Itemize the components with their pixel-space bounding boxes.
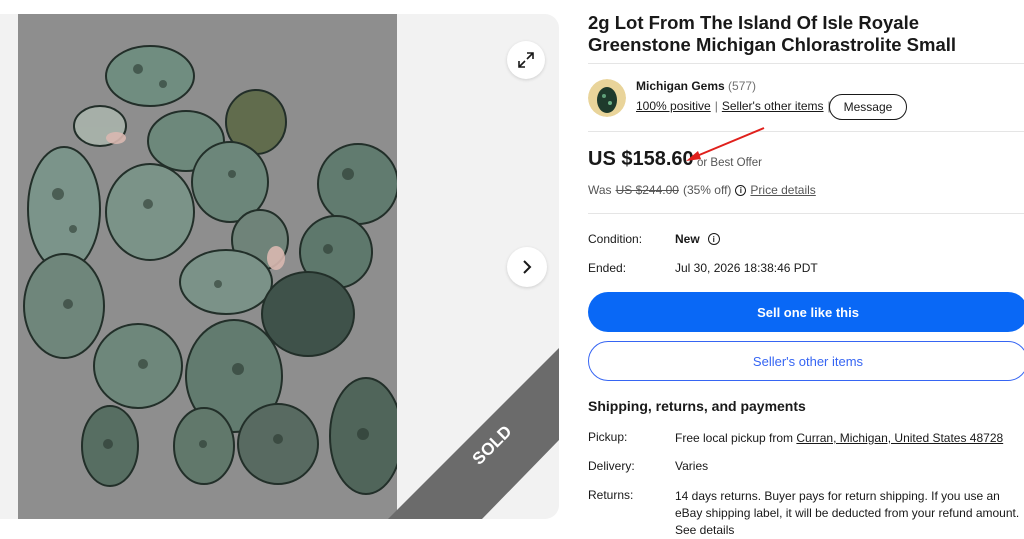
seller-feedback-count: (577)	[728, 79, 757, 93]
returns-label: Returns:	[588, 488, 634, 502]
pickup-prefix: Free local pickup from	[675, 431, 794, 445]
was-label: Was	[588, 183, 612, 197]
delivery-label: Delivery:	[588, 459, 635, 473]
seller-name[interactable]: Michigan Gems	[636, 79, 725, 93]
shipping-section-heading: Shipping, returns, and payments	[588, 398, 806, 414]
sell-one-like-this-button[interactable]: Sell one like this	[588, 292, 1024, 332]
ended-label: Ended:	[588, 261, 627, 275]
current-price: US $158.60	[588, 148, 694, 170]
chevron-right-icon	[523, 260, 532, 274]
annotation-arrow	[686, 127, 765, 161]
separator: |	[714, 99, 718, 113]
sellers-other-items-button[interactable]: Seller's other items	[588, 341, 1024, 381]
price-details-link[interactable]: Price details	[750, 183, 815, 197]
discount-text: (35% off)	[682, 183, 732, 197]
seller-positive-link[interactable]: 100% positive	[636, 99, 711, 113]
divider	[588, 63, 1024, 64]
divider	[588, 131, 1024, 132]
returns-see-details[interactable]: See details	[675, 522, 1024, 539]
product-photo[interactable]	[18, 14, 397, 519]
divider	[588, 213, 1024, 214]
seller-other-items-link[interactable]: Seller's other items	[722, 99, 824, 113]
pickup-location-link[interactable]: Curran, Michigan, United States 48728	[796, 431, 1003, 445]
expand-image-button[interactable]	[507, 41, 545, 79]
sold-badge: SOLD	[469, 422, 516, 469]
message-button[interactable]: Message	[829, 94, 907, 120]
listing-title: 2g Lot From The Island Of Isle Royale Gr…	[588, 12, 957, 55]
ended-value: Jul 30, 2026 18:38:46 PDT	[675, 261, 818, 275]
info-icon[interactable]: i	[735, 184, 747, 196]
next-image-button[interactable]	[507, 247, 547, 287]
seller-avatar[interactable]	[588, 79, 626, 117]
info-icon[interactable]: i	[707, 233, 720, 245]
returns-value: 14 days returns. Buyer pays for return s…	[675, 489, 1020, 520]
expand-icon	[518, 52, 534, 68]
was-price: US $244.00	[615, 183, 679, 197]
condition-value: New	[675, 232, 700, 246]
condition-label: Condition:	[588, 232, 643, 246]
was-price-row: Was US $244.00 (35% off) i Price details	[588, 183, 816, 197]
image-gallery: SOLD	[0, 14, 559, 519]
delivery-value: Varies	[675, 459, 709, 473]
pickup-label: Pickup:	[588, 430, 628, 444]
